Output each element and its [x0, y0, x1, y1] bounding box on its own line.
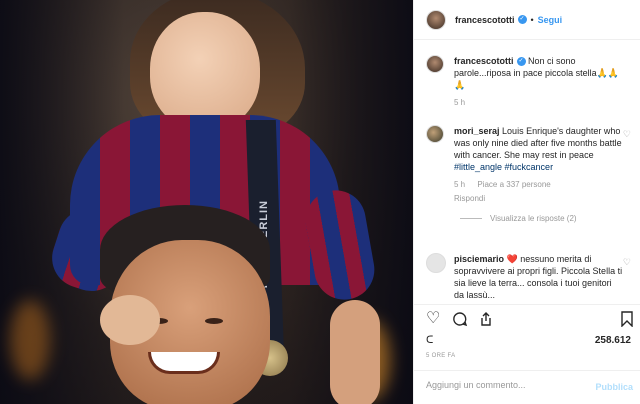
action-bar: ♡: [414, 304, 640, 332]
view-replies-button[interactable]: Visualizza le risposte (2): [460, 213, 624, 225]
comments-list[interactable]: francescototti ✓ Non ci sono parole...rip…: [414, 41, 640, 303]
share-icon[interactable]: [478, 311, 494, 331]
photo-light-flare: [10, 300, 50, 380]
comment-body: mori_seraj Louis Enrique's daughter who …: [454, 125, 624, 225]
caption-username[interactable]: francescototti: [454, 56, 514, 66]
comment-like-icon[interactable]: ♡: [623, 257, 631, 268]
comment-hashtags[interactable]: #little_angle #fuckcancer: [454, 162, 553, 172]
avatar[interactable]: [426, 125, 444, 143]
comment-like-icon[interactable]: ♡: [623, 129, 631, 140]
separator-dot: •: [530, 14, 534, 25]
comment-meta: 5 h Piace a 337 persone: [454, 179, 624, 191]
publish-button[interactable]: Pubblica: [595, 382, 633, 392]
heart-outline-icon[interactable]: ♡: [426, 311, 440, 327]
comment-username[interactable]: pisciemario: [454, 254, 504, 264]
comment-time[interactable]: 5 h: [454, 180, 465, 189]
child-hand: [100, 295, 160, 345]
bookmark-icon[interactable]: [620, 311, 634, 331]
likes-count[interactable]: 258.612: [595, 335, 631, 346]
caption-meta: 5 h: [454, 97, 624, 109]
post-header: francescototti ✓ • Segui: [414, 0, 640, 40]
child-leg: [330, 300, 380, 404]
comment-username[interactable]: mori_seraj: [454, 126, 500, 136]
post-panel: francescototti ✓ • Segui francescototti ✓…: [413, 0, 640, 404]
avatar[interactable]: [426, 9, 446, 30]
heart-emoji: ❤️: [506, 254, 518, 264]
comment-body: pisciemario ❤️ nessuno merita di sopravv…: [454, 253, 624, 301]
post-time[interactable]: 5 ORE FA: [426, 353, 455, 359]
comment-icon[interactable]: [452, 311, 468, 331]
add-comment-bar: Pubblica: [414, 370, 640, 404]
header-username[interactable]: francescototti: [455, 15, 515, 25]
man-eye: [205, 318, 223, 324]
follow-button[interactable]: Segui: [538, 15, 563, 25]
avatar[interactable]: [426, 253, 446, 273]
reply-button[interactable]: Rispondi: [454, 193, 624, 205]
man-smile: [148, 352, 220, 374]
likes-prefix[interactable]: ᑕ: [426, 335, 433, 346]
child-face: [150, 12, 260, 130]
avatar[interactable]: [426, 55, 444, 73]
comment-input[interactable]: [426, 380, 586, 390]
post-photo[interactable]: FINAL BERLIN: [0, 0, 413, 404]
verified-icon: ✓: [517, 15, 527, 24]
comment-likes[interactable]: Piace a 337 persone: [477, 180, 550, 189]
likes-row: ᑕ 258.612: [426, 333, 631, 347]
caption-time[interactable]: 5 h: [454, 98, 465, 107]
caption-body: francescototti ✓ Non ci sono parole...rip…: [454, 55, 624, 109]
verified-icon: ✓: [516, 57, 526, 67]
